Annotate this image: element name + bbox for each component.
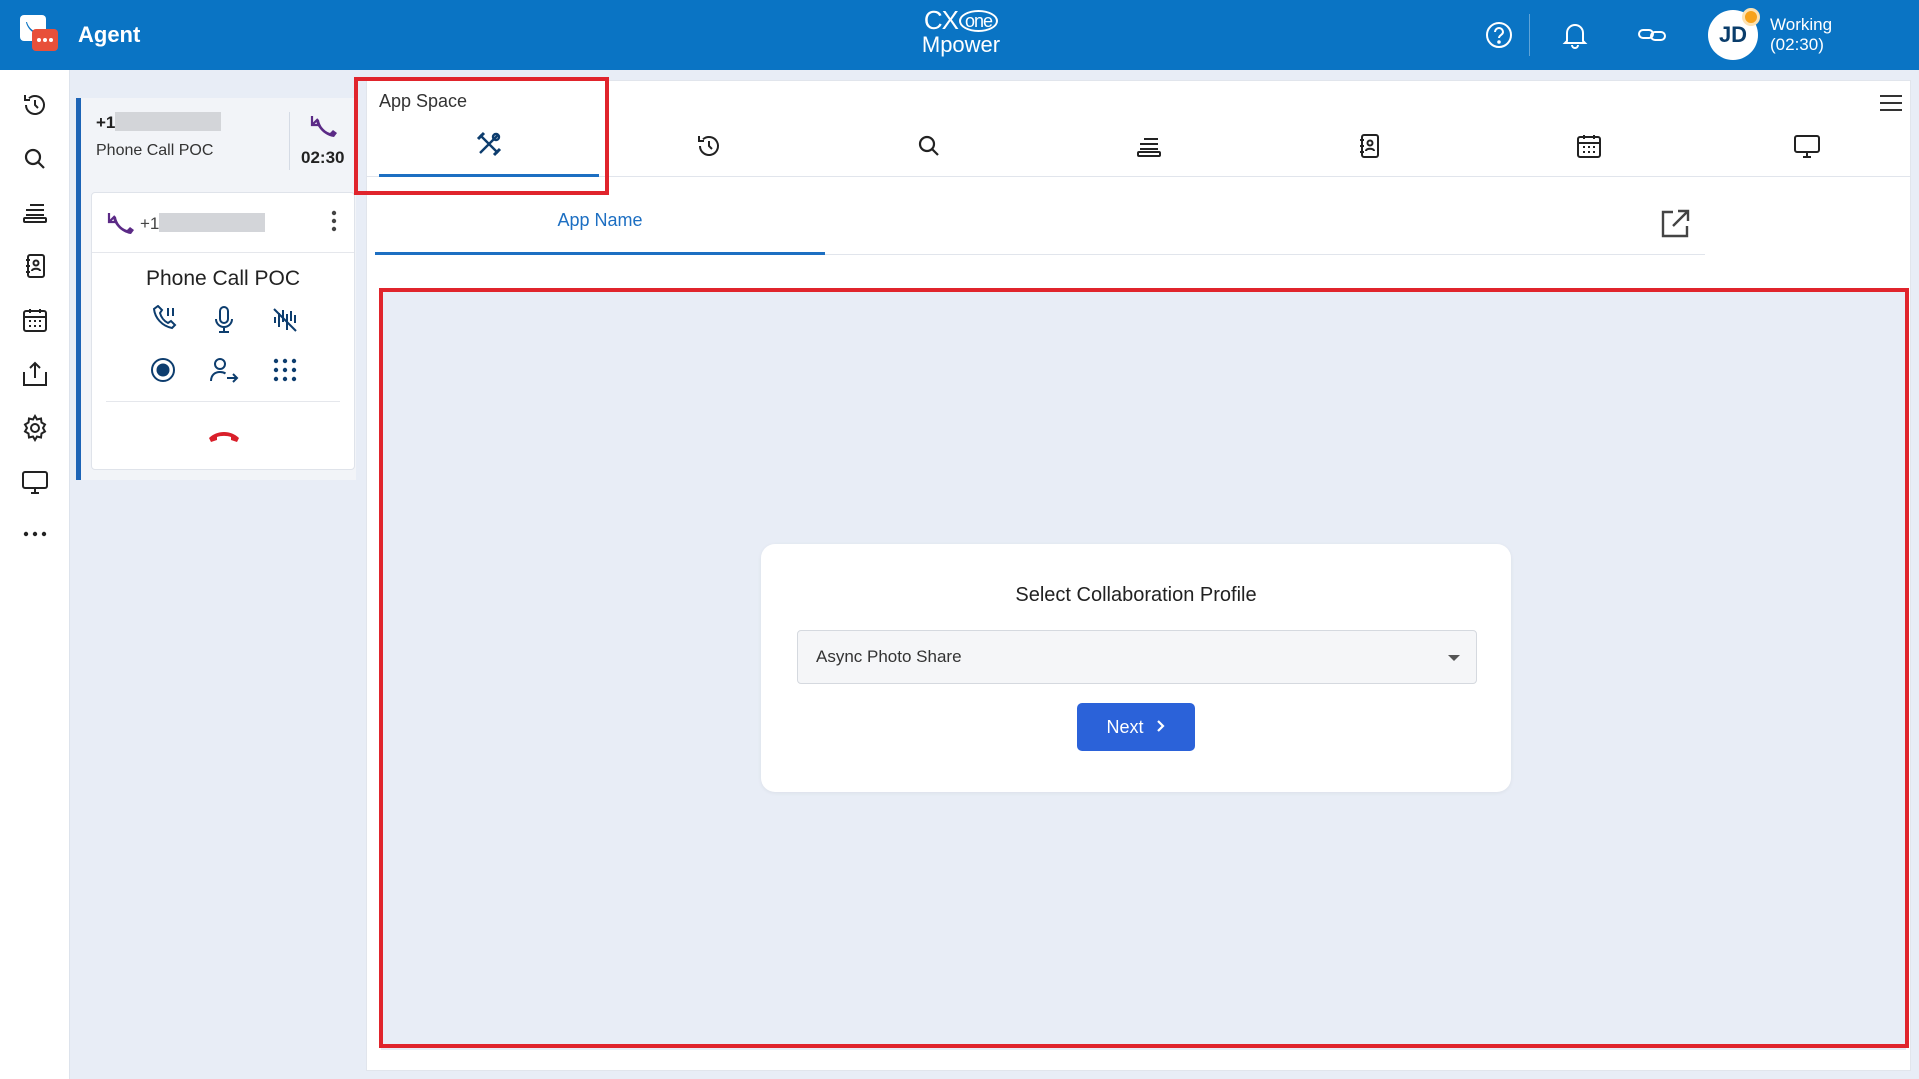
transfer-user-icon[interactable]: [207, 353, 241, 387]
contact-list: +1 Phone Call POC 02:30 +1 Phone Call PO…: [70, 70, 356, 1079]
app-title: Agent: [78, 22, 141, 47]
search-icon[interactable]: [19, 143, 51, 175]
contact-timer: 02:30: [301, 148, 345, 167]
agent-status[interactable]: Working (02:30): [1770, 15, 1832, 55]
next-button[interactable]: Next: [1077, 703, 1195, 751]
app-space-title: App Space: [379, 91, 468, 111]
redacted-number: [115, 112, 222, 131]
topbar-divider: [1529, 14, 1530, 56]
hamburger-menu-icon[interactable]: [1877, 91, 1905, 115]
history-icon[interactable]: [19, 89, 51, 121]
external-link-icon[interactable]: [1657, 206, 1693, 242]
collaboration-profile-title: Select Collaboration Profile: [1015, 584, 1257, 606]
call-panel-header: +1: [92, 193, 354, 253]
call-panel-divider: [106, 401, 340, 402]
tab-app-name[interactable]: App Name: [375, 189, 825, 255]
contacts-book-icon: [1357, 133, 1381, 164]
tab-contacts[interactable]: [1259, 119, 1479, 177]
microphone-icon[interactable]: [207, 303, 241, 337]
more-icon[interactable]: [19, 518, 51, 550]
record-icon[interactable]: [146, 353, 180, 387]
call-control-panel: +1 Phone Call POC: [91, 192, 355, 470]
link-icon[interactable]: [1636, 19, 1668, 51]
hangup-icon[interactable]: [204, 421, 244, 451]
top-bar: Agent CX one Mpower JD Working (02:30): [0, 0, 1919, 70]
cxone-mpower-logo: CX one Mpower: [921, 5, 1001, 57]
search-icon: [917, 134, 941, 163]
contact-number: +1: [96, 112, 222, 133]
dialpad-icon[interactable]: [268, 353, 302, 387]
selected-profile: Async Photo Share: [816, 647, 962, 666]
chevron-right-icon: [1156, 717, 1166, 738]
active-contact-card[interactable]: +1 Phone Call POC 02:30 +1 Phone Call PO…: [76, 98, 356, 480]
history-icon: [696, 133, 722, 164]
queue-icon: [1136, 134, 1162, 163]
tab-monitor[interactable]: [1697, 119, 1917, 177]
left-nav: [0, 70, 70, 1079]
contact-card-header[interactable]: +1 Phone Call POC 02:30: [81, 98, 356, 188]
collaboration-profile-card: Select Collaboration Profile Async Photo…: [761, 544, 1511, 792]
contact-card-divider: [289, 112, 290, 170]
upload-icon[interactable]: [19, 358, 51, 390]
hold-call-icon[interactable]: [146, 303, 180, 337]
next-button-label: Next: [1106, 716, 1144, 737]
tab-queue[interactable]: [1039, 119, 1259, 177]
calendar-icon: [1576, 133, 1602, 164]
monitor-icon: [1793, 133, 1821, 164]
contact-label: Phone Call POC: [96, 142, 214, 159]
settings-icon[interactable]: [19, 412, 51, 444]
contacts-book-icon[interactable]: [19, 250, 51, 282]
app-space-panel: App Space App Name Select Collaboration …: [366, 80, 1911, 1071]
redacted-number: [159, 213, 266, 232]
tab-calendar[interactable]: [1479, 119, 1699, 177]
tab-tools[interactable]: [379, 119, 599, 177]
embedded-app-frame: Select Collaboration Profile Async Photo…: [381, 290, 1906, 1050]
agent-app-logo-icon: [18, 13, 60, 55]
monitor-icon[interactable]: [19, 466, 51, 498]
kebab-menu-icon[interactable]: [324, 207, 344, 235]
tab-history[interactable]: [599, 119, 819, 177]
app-name-tabs: App Name: [375, 189, 1705, 255]
dropdown-caret-icon: [1448, 655, 1460, 661]
status-label: Working: [1770, 15, 1833, 34]
mask-audio-icon[interactable]: [268, 303, 302, 337]
tab-search[interactable]: [819, 119, 1039, 177]
status-timer: (02:30): [1770, 35, 1824, 54]
calendar-icon[interactable]: [19, 304, 51, 336]
tools-icon: [476, 131, 502, 162]
call-panel-number: +1: [140, 213, 266, 234]
help-icon[interactable]: [1483, 19, 1515, 51]
status-indicator-dot: [1742, 8, 1760, 26]
call-panel-title: Phone Call POC: [145, 267, 301, 290]
queue-icon[interactable]: [19, 196, 51, 228]
incoming-call-icon: [307, 114, 339, 145]
collaboration-profile-select[interactable]: Async Photo Share: [797, 630, 1477, 684]
bell-icon[interactable]: [1559, 19, 1591, 51]
incoming-call-icon: [104, 211, 136, 242]
app-space-tabs: [367, 119, 1910, 177]
